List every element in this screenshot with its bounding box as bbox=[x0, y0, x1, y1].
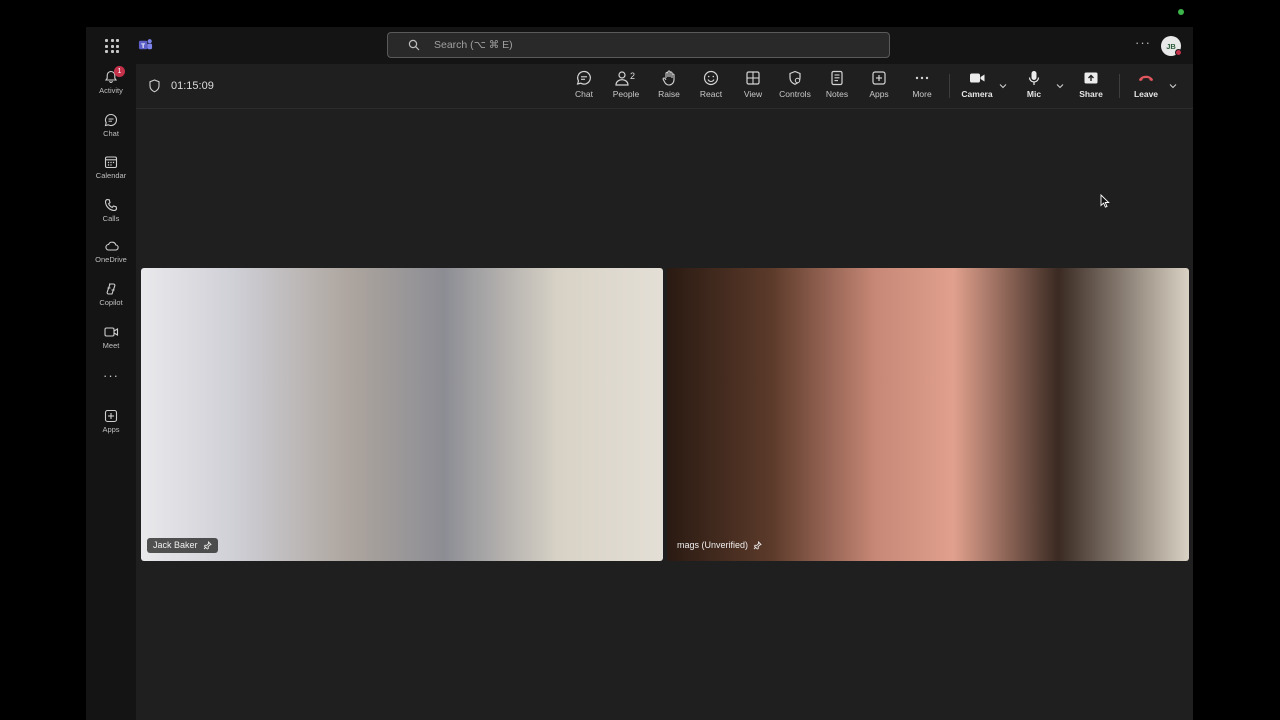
mic-label: Mic bbox=[1026, 89, 1042, 99]
settings-more-icon[interactable]: ··· bbox=[1135, 35, 1151, 50]
controls-button[interactable]: Controls bbox=[773, 70, 817, 104]
cloud-icon bbox=[104, 241, 119, 251]
teams-window: T Search (⌥ ⌘ E) ··· JB 1 Activity Chat … bbox=[86, 27, 1193, 720]
react-label: React bbox=[699, 89, 723, 99]
grid-view-icon bbox=[746, 71, 760, 85]
toolbar-divider bbox=[1119, 74, 1120, 98]
leave-button[interactable]: Leave bbox=[1124, 70, 1168, 104]
video-tile-participant-1[interactable]: Jack Baker bbox=[141, 268, 663, 561]
add-app-icon bbox=[872, 71, 886, 85]
mic-icon bbox=[1028, 71, 1040, 85]
app-launcher-icon[interactable] bbox=[105, 39, 119, 53]
people-label: People bbox=[612, 89, 640, 99]
leave-label: Leave bbox=[1133, 89, 1159, 99]
react-button[interactable]: React bbox=[689, 70, 733, 104]
camera-icon bbox=[969, 73, 984, 83]
raise-hand-button[interactable]: Raise bbox=[647, 70, 691, 104]
more-icon bbox=[915, 76, 929, 80]
participant-name-tag: Jack Baker bbox=[147, 538, 218, 553]
hang-up-icon bbox=[1139, 75, 1153, 82]
presence-busy-dot bbox=[1175, 49, 1182, 56]
chat-label: Chat bbox=[575, 89, 593, 99]
apps-button[interactable]: Apps bbox=[857, 70, 901, 104]
online-status-dot bbox=[1178, 9, 1184, 15]
search-placeholder: Search (⌥ ⌘ E) bbox=[434, 39, 513, 51]
camera-label: Camera bbox=[961, 89, 993, 99]
people-count: 2 bbox=[630, 71, 636, 81]
rail-item-apps[interactable]: Apps bbox=[86, 409, 136, 449]
controls-label: Controls bbox=[779, 89, 811, 99]
teams-logo-icon: T bbox=[138, 39, 153, 50]
activity-badge: 1 bbox=[114, 66, 125, 77]
apps-label: Apps bbox=[869, 89, 889, 99]
pin-icon[interactable] bbox=[753, 541, 762, 550]
rail-item-copilot[interactable]: Copilot bbox=[86, 282, 136, 322]
svg-text:T: T bbox=[141, 43, 145, 50]
video-icon bbox=[103, 327, 118, 337]
more-button[interactable]: More bbox=[900, 70, 944, 104]
notes-button[interactable]: Notes bbox=[815, 70, 859, 104]
view-button[interactable]: View bbox=[731, 70, 775, 104]
participant-name-tag: mags (Unverified) bbox=[671, 538, 768, 553]
mic-button[interactable]: Mic bbox=[1012, 70, 1056, 104]
shield-icon bbox=[149, 79, 160, 93]
rail-item-onedrive[interactable]: OneDrive bbox=[86, 239, 136, 279]
rail-label: Apps bbox=[102, 425, 120, 434]
copilot-icon bbox=[106, 283, 116, 295]
video-tile-participant-2[interactable]: mags (Unverified) bbox=[667, 268, 1189, 561]
mouse-cursor-icon bbox=[1100, 194, 1110, 208]
participant-name: mags (Unverified) bbox=[677, 540, 749, 550]
pin-icon[interactable] bbox=[203, 541, 212, 550]
participant-name: Jack Baker bbox=[153, 540, 198, 550]
notes-label: Notes bbox=[825, 89, 849, 99]
mic-options-chevron-down-icon[interactable] bbox=[1055, 81, 1065, 91]
title-bar: T Search (⌥ ⌘ E) ··· JB bbox=[86, 27, 1193, 64]
rail-label: OneDrive bbox=[95, 255, 127, 264]
phone-icon bbox=[104, 198, 118, 212]
camera-options-chevron-down-icon[interactable] bbox=[998, 81, 1008, 91]
meeting-timer: 01:15:09 bbox=[171, 80, 214, 92]
rail-label: Chat bbox=[103, 129, 119, 138]
hand-icon bbox=[662, 70, 675, 86]
chat-icon bbox=[104, 113, 118, 127]
view-label: View bbox=[743, 89, 763, 99]
share-button[interactable]: Share bbox=[1069, 70, 1113, 104]
leave-options-chevron-down-icon[interactable] bbox=[1168, 81, 1178, 91]
rail-item-calendar[interactable]: Calendar bbox=[86, 155, 136, 195]
camera-button[interactable]: Camera bbox=[955, 70, 999, 104]
rail-item-chat[interactable]: Chat bbox=[86, 113, 136, 153]
controls-shield-icon bbox=[789, 70, 801, 85]
rail-label: Copilot bbox=[99, 298, 123, 307]
rail-label: Meet bbox=[102, 341, 120, 350]
meeting-toolbar: 01:15:09 Chat 2 People Raise React View … bbox=[136, 64, 1193, 109]
rail-label: Activity bbox=[99, 86, 123, 95]
calendar-icon bbox=[104, 156, 118, 169]
rail-item-meet[interactable]: Meet bbox=[86, 325, 136, 365]
search-icon bbox=[408, 39, 420, 51]
people-button[interactable]: 2 People bbox=[604, 70, 648, 104]
toolbar-divider bbox=[949, 74, 950, 98]
add-app-icon bbox=[104, 409, 118, 423]
rail-label: Calendar bbox=[95, 171, 127, 180]
emoji-icon bbox=[703, 70, 719, 86]
chat-button[interactable]: Chat bbox=[562, 70, 606, 104]
share-label: Share bbox=[1079, 89, 1103, 99]
raise-label: Raise bbox=[658, 89, 680, 99]
app-rail: 1 Activity Chat Calendar Calls OneDrive … bbox=[86, 64, 136, 720]
rail-label: Calls bbox=[102, 214, 120, 223]
people-icon bbox=[615, 71, 629, 86]
chat-icon bbox=[576, 70, 591, 85]
notes-icon bbox=[831, 70, 843, 86]
rail-item-calls[interactable]: Calls bbox=[86, 198, 136, 238]
rail-item-activity[interactable]: 1 Activity bbox=[86, 66, 136, 110]
share-icon bbox=[1084, 72, 1098, 84]
more-label: More bbox=[912, 89, 932, 99]
rail-more-icon[interactable]: ··· bbox=[86, 368, 136, 383]
search-bar[interactable]: Search (⌥ ⌘ E) bbox=[387, 32, 890, 58]
